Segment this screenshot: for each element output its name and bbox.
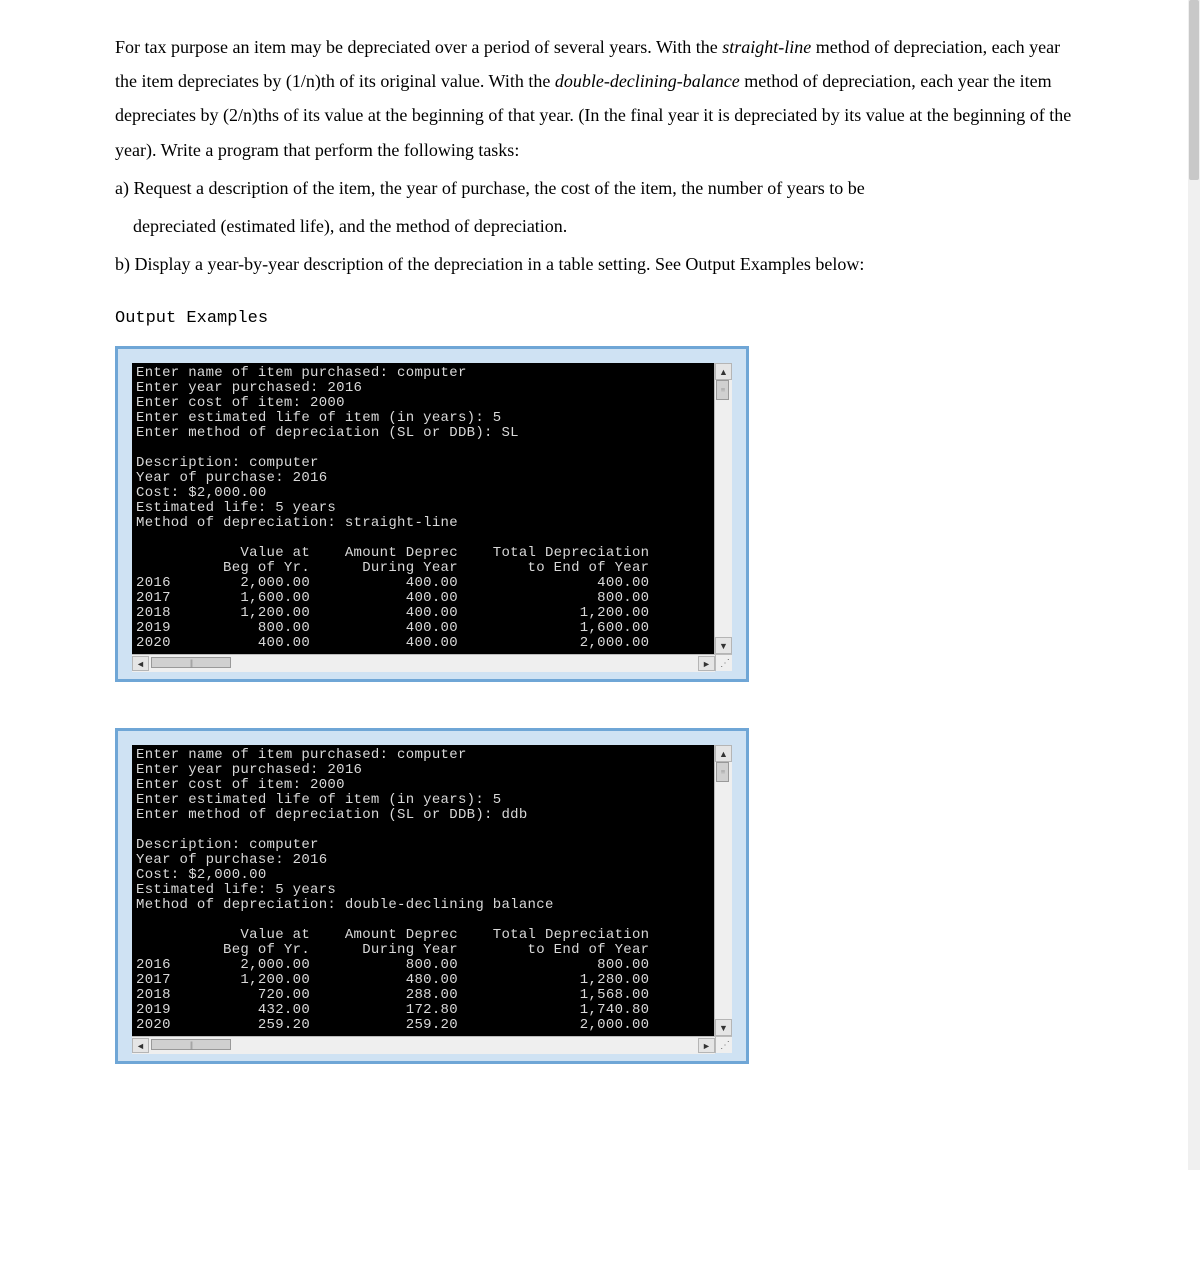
line: Enter estimated life of item (in years):… — [136, 792, 501, 808]
line: Cost: $2,000.00 — [136, 485, 267, 501]
page-scrollbar[interactable] — [1188, 0, 1200, 1170]
table-row: 2020 259.20 259.20 2,000.00 — [136, 1017, 649, 1033]
table-row: 2020 400.00 400.00 2,000.00 — [136, 635, 649, 651]
scroll-thumb[interactable]: ≡ — [716, 380, 729, 400]
document-page: For tax purpose an item may be depreciat… — [0, 0, 1200, 1170]
line: Enter year purchased: 2016 — [136, 762, 362, 778]
table-header: Beg of Yr. During Year to End of Year — [136, 942, 649, 958]
line: Estimated life: 5 years — [136, 500, 336, 516]
scroll-left-icon[interactable]: ◄ — [132, 1038, 149, 1053]
p1-a: For tax purpose an item may be depreciat… — [115, 37, 722, 57]
resize-grip-icon[interactable]: ⋰ — [715, 1036, 732, 1053]
horizontal-scrollbar[interactable]: ◄ ||| ► — [132, 654, 715, 672]
table-row: 2017 1,200.00 480.00 1,280.00 — [136, 972, 649, 988]
line: Enter method of depreciation (SL or DDB)… — [136, 425, 519, 441]
console-window-2: Enter name of item purchased: computer E… — [115, 728, 749, 1064]
resize-grip-icon[interactable]: ⋰ — [715, 654, 732, 671]
table-row: 2016 2,000.00 800.00 800.00 — [136, 957, 649, 973]
line: Enter method of depreciation (SL or DDB)… — [136, 807, 528, 823]
line: Enter cost of item: 2000 — [136, 777, 345, 793]
console-output-1: Enter name of item purchased: computer E… — [132, 363, 714, 654]
table-row: 2018 720.00 288.00 1,568.00 — [136, 987, 649, 1003]
scroll-down-icon[interactable]: ▼ — [715, 1019, 732, 1036]
line: Enter estimated life of item (in years):… — [136, 410, 501, 426]
scroll-up-icon[interactable]: ▲ — [715, 363, 732, 380]
scroll-up-icon[interactable]: ▲ — [715, 745, 732, 762]
line: Method of depreciation: straight-line — [136, 515, 458, 531]
scroll-thumb[interactable]: ||| — [151, 657, 231, 668]
scroll-right-icon[interactable]: ► — [698, 656, 715, 671]
horizontal-scrollbar[interactable]: ◄ ||| ► — [132, 1036, 715, 1054]
vertical-scrollbar[interactable]: ▲ ≡ ▼ — [714, 745, 732, 1036]
scroll-track[interactable]: ||| — [149, 656, 698, 671]
line: Enter year purchased: 2016 — [136, 380, 362, 396]
line: Description: computer — [136, 455, 319, 471]
em-straight-line: straight-line — [722, 37, 811, 57]
item-b: b) Display a year-by-year description of… — [115, 247, 1085, 281]
table-header: Value at Amount Deprec Total Depreciatio… — [136, 545, 649, 561]
table-row: 2017 1,600.00 400.00 800.00 — [136, 590, 649, 606]
line: Method of depreciation: double-declining… — [136, 897, 554, 913]
scroll-thumb[interactable]: ≡ — [716, 762, 729, 782]
paragraph-1: For tax purpose an item may be depreciat… — [115, 30, 1085, 167]
page-scroll-thumb[interactable] — [1189, 0, 1199, 180]
line: Cost: $2,000.00 — [136, 867, 267, 883]
table-header: Value at Amount Deprec Total Depreciatio… — [136, 927, 649, 943]
line: Enter cost of item: 2000 — [136, 395, 345, 411]
console-output-2: Enter name of item purchased: computer E… — [132, 745, 714, 1036]
em-ddb: double-declining-balance — [555, 71, 740, 91]
line: Year of purchase: 2016 — [136, 852, 327, 868]
scroll-right-icon[interactable]: ► — [698, 1038, 715, 1053]
vertical-scrollbar[interactable]: ▲ ≡ ▼ — [714, 363, 732, 654]
line: Estimated life: 5 years — [136, 882, 336, 898]
line: Enter name of item purchased: computer — [136, 747, 467, 763]
scroll-track[interactable]: ||| — [149, 1038, 698, 1053]
problem-text: For tax purpose an item may be depreciat… — [115, 30, 1085, 281]
scroll-down-icon[interactable]: ▼ — [715, 637, 732, 654]
line: Description: computer — [136, 837, 319, 853]
item-a-cont: depreciated (estimated life), and the me… — [115, 209, 1085, 243]
line: Enter name of item purchased: computer — [136, 365, 467, 381]
output-examples-heading: Output Examples — [115, 309, 1085, 328]
table-row: 2018 1,200.00 400.00 1,200.00 — [136, 605, 649, 621]
table-row: 2019 800.00 400.00 1,600.00 — [136, 620, 649, 636]
console-window-1: Enter name of item purchased: computer E… — [115, 346, 749, 682]
scroll-thumb[interactable]: ||| — [151, 1039, 231, 1050]
scroll-left-icon[interactable]: ◄ — [132, 656, 149, 671]
line: Year of purchase: 2016 — [136, 470, 327, 486]
table-row: 2016 2,000.00 400.00 400.00 — [136, 575, 649, 591]
table-row: 2019 432.00 172.80 1,740.80 — [136, 1002, 649, 1018]
table-header: Beg of Yr. During Year to End of Year — [136, 560, 649, 576]
item-a: a) Request a description of the item, th… — [115, 171, 1085, 205]
